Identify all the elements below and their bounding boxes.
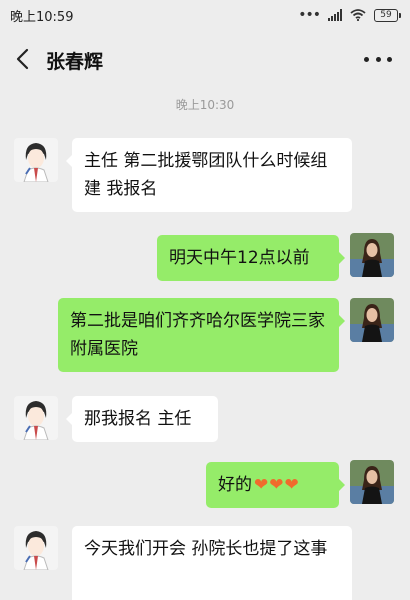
more-dots-icon: •••: [298, 7, 321, 23]
wifi-icon: [350, 9, 366, 21]
more-options-button[interactable]: [364, 47, 392, 71]
contact-avatar[interactable]: [14, 138, 58, 182]
chat-header: 张春辉: [0, 30, 410, 88]
message-bubble[interactable]: 好的 ❤❤❤: [206, 462, 345, 508]
self-avatar[interactable]: [350, 233, 394, 277]
message-bubble[interactable]: 今天我们开会 孙院长也提了这事: [72, 526, 352, 600]
status-bar: 晚上10:59 ••• 59: [0, 0, 410, 30]
message-timestamp: 晚上10:30: [175, 98, 235, 112]
self-avatar[interactable]: [350, 298, 394, 342]
status-time: 晚上10:59: [10, 10, 74, 25]
contact-avatar[interactable]: [14, 526, 58, 570]
contact-avatar[interactable]: [14, 396, 58, 440]
message-bubble[interactable]: 第二批是咱们齐齐哈尔医学院三家附属医院: [58, 298, 345, 372]
message-bubble[interactable]: 主任 第二批援鄂团队什么时候组建 我报名: [66, 138, 352, 212]
message-text: 好的: [218, 475, 252, 495]
back-chevron-icon: [16, 48, 29, 70]
signal-icon: [328, 9, 342, 21]
battery-icon: 59: [374, 8, 401, 22]
chat-title: 张春辉: [46, 51, 104, 73]
more-horizontal-icon: [364, 56, 369, 62]
self-avatar[interactable]: [350, 460, 394, 504]
message-bubble[interactable]: 那我报名 主任: [66, 396, 218, 442]
status-icons: ••• 59: [298, 7, 401, 23]
message-bubble[interactable]: 明天中午12点以前: [157, 235, 345, 281]
battery-level: 59: [380, 9, 392, 20]
heart-emoji-icon: ❤❤❤: [254, 475, 300, 495]
back-button[interactable]: [10, 45, 38, 73]
